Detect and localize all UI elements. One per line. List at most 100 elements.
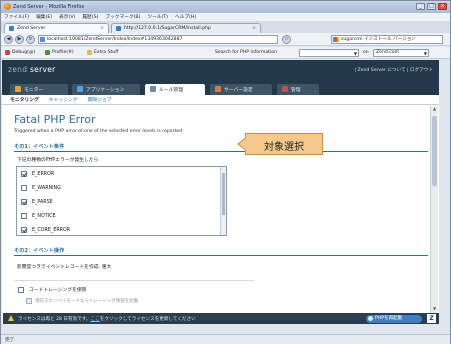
condition-label: 下記の種類のPHPエラーが発生したら bbox=[17, 158, 99, 163]
e-core-error-checkbox[interactable] bbox=[21, 227, 27, 233]
navigation-bar: ◀ ▶ ↻ localhost:10081/ZendServer/Index/I… bbox=[1, 33, 450, 46]
chevron-down-icon: ▼ bbox=[423, 51, 427, 56]
menu-view[interactable]: 表示(V) bbox=[59, 14, 75, 20]
section-divider bbox=[14, 255, 428, 256]
search-domain-value: Zend.com bbox=[376, 50, 400, 55]
scroll-up-icon[interactable]: ▲ bbox=[432, 106, 437, 112]
browser-tab-zend[interactable]: Zend Server × bbox=[4, 23, 109, 33]
callout-text: 対象選択 bbox=[264, 142, 304, 153]
on-label: on bbox=[363, 50, 369, 55]
page-scrollbar[interactable]: ▲ ▼ bbox=[430, 106, 438, 313]
search-domain-select[interactable]: Zend.com ▼ bbox=[373, 49, 429, 57]
menu-edit[interactable]: 編集(E) bbox=[36, 14, 52, 20]
error-list-scrollbar[interactable] bbox=[220, 167, 226, 235]
browser-tab-sugarcrm[interactable]: http://127.0.0.1/SugarCRM/install.php × bbox=[111, 23, 261, 33]
title-bar: Zend Server - Mozilla Firefox _ □ × bbox=[1, 1, 450, 13]
license-renew-link[interactable]: ここ bbox=[91, 317, 100, 322]
profile-label: Profile(#) bbox=[52, 50, 74, 55]
tab-label: モニター bbox=[24, 88, 44, 93]
error-level-item[interactable]: E_NOTICE bbox=[21, 213, 56, 219]
tab-rule-management[interactable]: ルール管理 bbox=[145, 84, 205, 95]
e-error-checkbox[interactable] bbox=[21, 171, 27, 177]
rule-description: Triggered when a PHP error of one of the… bbox=[14, 129, 183, 134]
debug-menu-button[interactable]: Debug(@) bbox=[5, 50, 35, 55]
error-level-list[interactable]: E_ERROR E_WARNING E_PARSE E_NOTICE E_COR… bbox=[16, 166, 227, 236]
browser-status-bar: 完了 bbox=[1, 334, 450, 344]
tab-applications[interactable]: アプリケーション bbox=[72, 84, 140, 95]
e-warning-checkbox[interactable] bbox=[21, 185, 27, 191]
back-button[interactable]: ◀ bbox=[4, 35, 13, 44]
monitor-icon bbox=[15, 86, 21, 92]
menu-bookmarks[interactable]: ブックマーク(B) bbox=[105, 14, 140, 20]
browser-status-text: 完了 bbox=[5, 338, 15, 343]
subnav-monitoring[interactable]: モニタリング bbox=[10, 96, 39, 103]
code-tracing-option[interactable]: コードトレーシングを保管 bbox=[18, 286, 86, 293]
address-bar-url: localhost:10081/ZendServer/Index/Index#1… bbox=[47, 37, 183, 42]
reload-button[interactable]: ↻ bbox=[26, 35, 35, 44]
zend-debugger-toolbar: Debug(@) Profile(#) Extra Stuff Search f… bbox=[1, 47, 450, 59]
row-divider bbox=[14, 268, 254, 281]
browser-tab-label: http://127.0.0.1/SugarCRM/install.php bbox=[124, 26, 211, 31]
profile-menu-button[interactable]: Profile(#) bbox=[45, 50, 74, 55]
page-title: Fatal PHP Error bbox=[14, 113, 96, 126]
extra-stuff-button[interactable]: Extra Stuff bbox=[87, 50, 118, 55]
browser-tab-label: Zend Server bbox=[17, 26, 46, 31]
app-status-bar: ライセンスは再と 28 日有効です。ここをクリックしてライセンスを更新してくださ… bbox=[3, 313, 439, 324]
browser-tab-bar: Zend Server × http://127.0.0.1/SugarCRM/… bbox=[1, 21, 450, 33]
error-level-label: E_PARSE bbox=[32, 199, 53, 205]
extra-stuff-label: Extra Stuff bbox=[94, 50, 119, 55]
maximize-button[interactable]: □ bbox=[427, 3, 436, 10]
error-level-item[interactable]: E_CORE_ERROR bbox=[21, 227, 70, 233]
zend-server-logo: zend server bbox=[8, 65, 56, 74]
wrench-icon bbox=[215, 86, 221, 92]
tab-label: アプリケーション bbox=[86, 88, 125, 93]
e-parse-checkbox[interactable] bbox=[21, 199, 27, 205]
app-header: zend server | Zend Server について | ログアウト bbox=[2, 60, 439, 80]
zend-logo-icon: Z bbox=[427, 314, 436, 323]
standby-tracing-option: 現在スカンバイモードならトレーシング保管を起動 bbox=[26, 296, 138, 305]
tab-label: 管理 bbox=[291, 88, 301, 93]
php-info-search-input[interactable]: ▼ bbox=[299, 49, 359, 57]
close-button[interactable]: × bbox=[438, 3, 447, 10]
search-engine-icon bbox=[333, 37, 339, 42]
license-message: ライセンスは再と 28 日有効です。ここをクリックしてライセンスを更新してくださ… bbox=[18, 317, 196, 322]
error-level-label: E_ERROR bbox=[32, 171, 55, 177]
forward-button[interactable]: ▶ bbox=[15, 35, 24, 44]
web-search-input[interactable]: sugarcrm インストール バージョン bbox=[331, 35, 443, 44]
address-bar[interactable]: localhost:10081/ZendServer/Index/Index#1… bbox=[38, 35, 278, 44]
subnav-jobs[interactable]: 期限ジョブ bbox=[88, 96, 112, 103]
standby-tracing-checkbox bbox=[26, 297, 32, 304]
site-identity-icon bbox=[40, 37, 45, 42]
tab-administration[interactable]: 管理 bbox=[277, 84, 319, 95]
restart-php-button[interactable]: PHPを再起動 bbox=[366, 315, 422, 323]
error-level-item[interactable]: E_PARSE bbox=[21, 199, 53, 205]
code-tracing-checkbox[interactable] bbox=[18, 286, 24, 293]
app-main-tabs: モニター アプリケーション ルール管理 サーバー設定 管理 bbox=[2, 80, 439, 95]
section-divider bbox=[14, 151, 428, 152]
minimize-button[interactable]: _ bbox=[416, 3, 425, 10]
error-level-item[interactable]: E_WARNING bbox=[21, 185, 61, 191]
error-list-scroll-thumb[interactable] bbox=[222, 173, 225, 215]
bookmark-star-icon[interactable]: ☆ bbox=[282, 35, 291, 44]
header-links[interactable]: | Zend Server について | ログアウト bbox=[355, 67, 433, 73]
menu-tools[interactable]: ツール(T) bbox=[147, 14, 168, 20]
scroll-down-icon[interactable]: ▼ bbox=[432, 306, 437, 312]
bug-icon bbox=[5, 50, 10, 55]
code-tracing-label: コードトレーシングを保管 bbox=[29, 288, 87, 293]
php-info-label: Search for PHP information bbox=[215, 50, 277, 55]
menu-help[interactable]: ヘルプ(H) bbox=[175, 14, 196, 20]
tab-label: サーバー設定 bbox=[224, 88, 253, 93]
error-level-item[interactable]: E_ERROR bbox=[21, 171, 54, 177]
close-tab-icon[interactable]: × bbox=[252, 26, 256, 31]
page-favicon-icon bbox=[9, 26, 14, 31]
tab-monitor[interactable]: モニター bbox=[10, 84, 68, 95]
tab-server-settings[interactable]: サーバー設定 bbox=[210, 84, 272, 95]
menu-history[interactable]: 履歴(S) bbox=[82, 14, 98, 20]
close-tab-icon[interactable]: × bbox=[100, 26, 104, 31]
subnav-caching[interactable]: キャッシング bbox=[49, 96, 78, 103]
page-scroll-thumb[interactable] bbox=[432, 116, 437, 186]
e-notice-checkbox[interactable] bbox=[21, 213, 27, 219]
sub-navigation: モニタリング キャッシング 期限ジョブ bbox=[2, 95, 439, 105]
menu-file[interactable]: ファイル(F) bbox=[4, 14, 29, 20]
menu-bar: ファイル(F) 編集(E) 表示(V) 履歴(S) ブックマーク(B) ツール(… bbox=[1, 13, 450, 21]
